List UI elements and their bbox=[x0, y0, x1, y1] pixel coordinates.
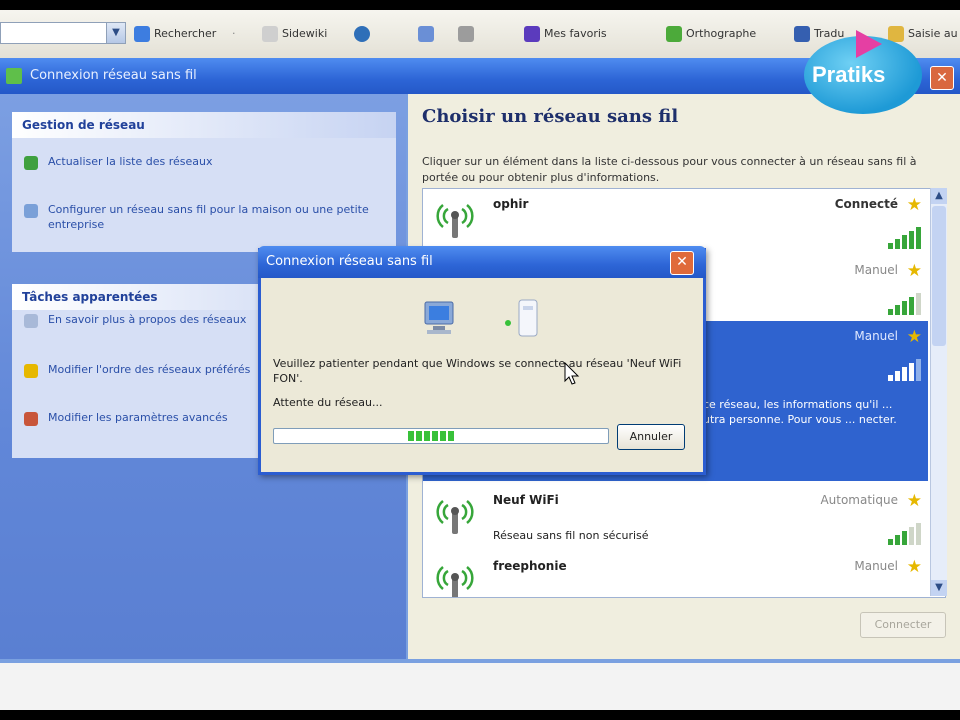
star-icon: ★ bbox=[906, 261, 922, 281]
network-item[interactable]: freephonie Manuel ★ bbox=[423, 551, 928, 597]
pratiks-logo: Pratiks bbox=[804, 30, 922, 114]
network-name: freephonie bbox=[493, 559, 567, 573]
network-status: Automatique bbox=[820, 493, 898, 507]
cancel-button[interactable]: Annuler bbox=[617, 424, 685, 450]
sidewiki-button[interactable]: Sidewiki bbox=[262, 24, 327, 44]
settings-icon bbox=[24, 412, 38, 426]
sidewiki-icon bbox=[262, 26, 278, 42]
info-icon bbox=[24, 314, 38, 328]
antenna-icon bbox=[436, 500, 474, 534]
network-status: Manuel bbox=[854, 329, 898, 343]
computer-icon bbox=[424, 301, 454, 334]
network-tasks-header: Gestion de réseau bbox=[12, 112, 396, 138]
list-scrollbar[interactable]: ▲ ▼ bbox=[930, 188, 947, 596]
search-icon bbox=[134, 26, 150, 42]
progress-fill bbox=[408, 431, 456, 441]
search-button[interactable]: Rechercher bbox=[134, 24, 216, 44]
dialog-title: Connexion réseau sans fil bbox=[266, 254, 433, 269]
antenna-icon bbox=[436, 204, 474, 238]
network-status: Connecté bbox=[834, 197, 898, 211]
chevron-down-icon[interactable]: ▼ bbox=[106, 22, 126, 44]
signal-icon bbox=[888, 359, 924, 381]
star-icon: ★ bbox=[906, 327, 922, 347]
translate-icon bbox=[794, 26, 810, 42]
network-status: Manuel bbox=[854, 263, 898, 277]
page-title: Choisir un réseau sans fil bbox=[422, 106, 679, 127]
progress-bar bbox=[273, 428, 609, 444]
signal-icon bbox=[888, 227, 924, 249]
router-icon bbox=[518, 299, 538, 337]
spelling-button[interactable]: Orthographe bbox=[666, 24, 756, 44]
signal-icon bbox=[888, 523, 924, 545]
favorites-button[interactable]: Mes favoris bbox=[524, 24, 607, 44]
connecting-dialog: Connexion réseau sans fil ✕ Veuillez pat… bbox=[258, 246, 706, 475]
network-name: ophir bbox=[493, 197, 529, 211]
chevron-down-icon[interactable]: ▼ bbox=[931, 580, 947, 596]
autofill-button[interactable]: Saisie au bbox=[888, 24, 958, 44]
antenna-icon bbox=[436, 566, 474, 597]
dialog-status: Attente du réseau... bbox=[273, 396, 383, 409]
connect-button[interactable]: Connecter bbox=[860, 612, 946, 638]
dialog-message: Veuillez patienter pendant que Windows s… bbox=[273, 357, 682, 385]
network-name: Neuf WiFi bbox=[493, 493, 559, 507]
refresh-icon bbox=[24, 156, 38, 170]
chevron-up-icon[interactable]: ▲ bbox=[931, 188, 947, 204]
wireless-icon bbox=[6, 68, 22, 84]
globe-button[interactable] bbox=[354, 24, 374, 44]
toolbar-search-input[interactable] bbox=[0, 22, 110, 44]
close-icon[interactable]: ✕ bbox=[670, 251, 694, 275]
scrollbar-thumb[interactable] bbox=[932, 206, 946, 346]
globe-icon bbox=[354, 26, 370, 42]
logo-text: Pratiks bbox=[812, 62, 886, 87]
close-icon[interactable]: ✕ bbox=[930, 66, 954, 90]
page-icon bbox=[418, 26, 434, 42]
bookmark-button[interactable] bbox=[458, 24, 478, 44]
play-icon bbox=[856, 30, 882, 58]
star-icon bbox=[24, 364, 38, 378]
page-button[interactable] bbox=[418, 24, 438, 44]
network-item[interactable]: Neuf WiFi Automatique ★ Réseau sans fil … bbox=[423, 485, 928, 551]
dialog-titlebar: Connexion réseau sans fil ✕ bbox=[258, 246, 706, 278]
status-dot bbox=[505, 320, 511, 326]
star-icon: ★ bbox=[906, 557, 922, 577]
taskbar-area bbox=[0, 663, 960, 710]
window-title: Connexion réseau sans fil bbox=[30, 68, 197, 83]
signal-icon bbox=[888, 293, 924, 315]
star-icon bbox=[524, 26, 540, 42]
network-tasks-panel: Gestion de réseau Actualiser la liste de… bbox=[12, 112, 396, 252]
page-description: Cliquer sur un élément dans la liste ci-… bbox=[422, 155, 917, 184]
network-security: Réseau sans fil non sécurisé bbox=[493, 529, 649, 542]
configure-icon bbox=[24, 204, 38, 218]
star-icon: ★ bbox=[906, 195, 922, 215]
network-details: ce réseau, les informations qu'il ... ut… bbox=[703, 398, 897, 426]
star-icon: ★ bbox=[906, 491, 922, 511]
mouse-cursor-icon bbox=[564, 362, 580, 385]
network-status: Manuel bbox=[854, 559, 898, 573]
spellcheck-icon bbox=[666, 26, 682, 42]
bookmark-icon bbox=[458, 26, 474, 42]
